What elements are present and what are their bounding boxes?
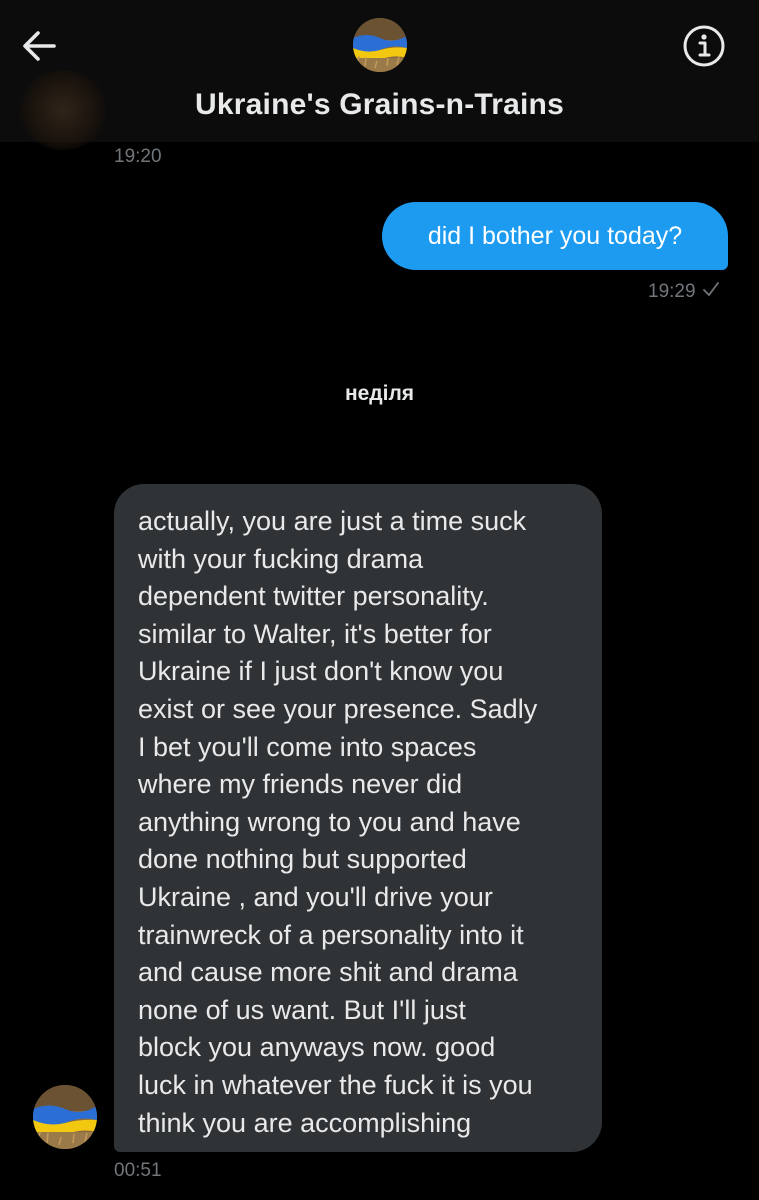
conversation-avatar[interactable] [353,18,407,72]
ukraine-flag-avatar-image [353,18,407,72]
ukraine-flag-avatar-image [33,1085,97,1149]
day-separator: неділя [344,382,415,405]
back-button[interactable] [18,24,62,68]
conversation-header: Ukraine's Grains-n-Trains [0,0,759,150]
info-circle-icon [680,25,728,74]
check-icon [702,281,720,303]
outgoing-message-bubble[interactable]: did I bother you today? [382,202,728,270]
conversation-title[interactable]: Ukraine's Grains-n-Trains [0,88,759,122]
incoming-message-bubble[interactable]: actually, you are just a time suck with … [114,484,602,1152]
sender-avatar[interactable] [33,1085,97,1149]
message-timestamp: 19:29 [648,281,720,303]
arrow-left-icon [18,24,62,68]
message-timestamp: 19:20 [114,146,162,167]
message-timestamp: 00:51 [114,1160,162,1181]
timestamp-text: 19:29 [648,281,696,302]
conversation-info-button[interactable] [680,22,728,70]
